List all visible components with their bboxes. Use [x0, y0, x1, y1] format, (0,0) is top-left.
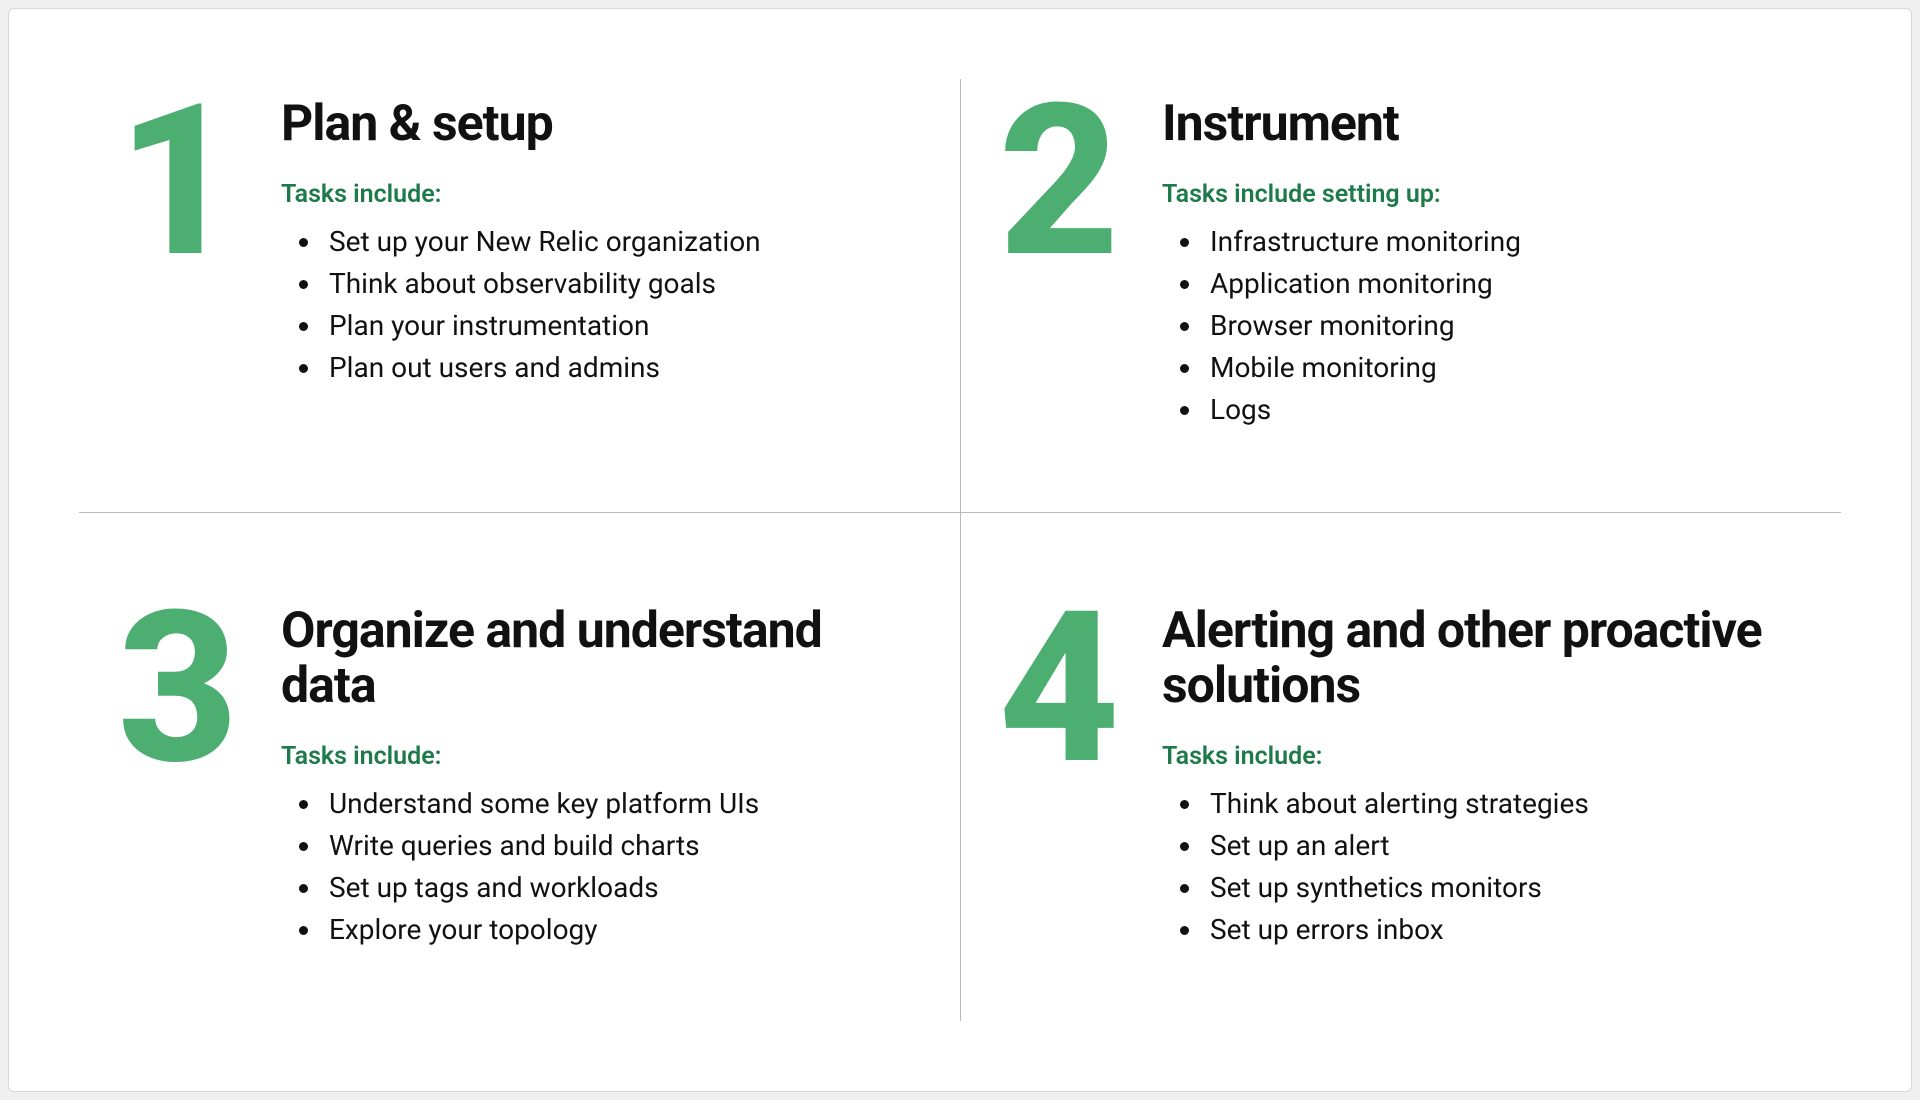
quadrant-4-content: Alerting and other proactive solutions T…: [1162, 600, 1801, 951]
quadrant-4-title: Alerting and other proactive solutions: [1162, 604, 1801, 714]
quadrant-3-content: Organize and understand data Tasks inclu…: [281, 600, 920, 951]
quadrant-2-title: Instrument: [1162, 97, 1521, 152]
quadrant-1: 1 Plan & setup Tasks include: Set up you…: [79, 69, 960, 550]
list-item: Mobile monitoring: [1204, 347, 1521, 389]
quadrant-2-tasks-label: Tasks include setting up:: [1162, 180, 1521, 209]
list-item: Logs: [1204, 389, 1521, 431]
list-item: Plan out users and admins: [323, 347, 761, 389]
step-number-2: 2: [980, 93, 1130, 272]
list-item: Set up your New Relic organization: [323, 221, 761, 263]
step-number-3: 3: [99, 600, 249, 779]
step-number-1: 1: [99, 93, 249, 272]
quadrant-4-tasks-label: Tasks include:: [1162, 742, 1801, 771]
list-item: Explore your topology: [323, 909, 920, 951]
list-item: Think about observability goals: [323, 263, 761, 305]
list-item: Set up synthetics monitors: [1204, 867, 1801, 909]
quadrant-2-content: Instrument Tasks include setting up: Inf…: [1162, 93, 1521, 431]
list-item: Application monitoring: [1204, 263, 1521, 305]
list-item: Browser monitoring: [1204, 305, 1521, 347]
quadrant-1-task-list: Set up your New Relic organization Think…: [281, 221, 761, 389]
quadrant-3-task-list: Understand some key platform UIs Write q…: [281, 783, 920, 951]
quadrant-3-tasks-label: Tasks include:: [281, 742, 920, 771]
list-item: Set up tags and workloads: [323, 867, 920, 909]
list-item: Write queries and build charts: [323, 825, 920, 867]
list-item: Understand some key platform UIs: [323, 783, 920, 825]
quadrant-2: 2 Instrument Tasks include setting up: I…: [960, 69, 1841, 550]
list-item: Set up an alert: [1204, 825, 1801, 867]
list-item: Infrastructure monitoring: [1204, 221, 1521, 263]
quadrant-1-content: Plan & setup Tasks include: Set up your …: [281, 93, 761, 389]
quadrant-1-tasks-label: Tasks include:: [281, 180, 761, 209]
list-item: Set up errors inbox: [1204, 909, 1801, 951]
horizontal-divider: [79, 512, 1841, 513]
quadrant-2-task-list: Infrastructure monitoring Application mo…: [1162, 221, 1521, 431]
quadrant-4-task-list: Think about alerting strategies Set up a…: [1162, 783, 1801, 951]
slide-frame: 1 Plan & setup Tasks include: Set up you…: [8, 8, 1912, 1092]
list-item: Plan your instrumentation: [323, 305, 761, 347]
quadrant-3-title: Organize and understand data: [281, 604, 920, 714]
quadrant-1-title: Plan & setup: [281, 97, 761, 152]
quadrant-grid: 1 Plan & setup Tasks include: Set up you…: [79, 69, 1841, 1031]
step-number-4: 4: [980, 600, 1130, 779]
quadrant-4: 4 Alerting and other proactive solutions…: [960, 550, 1841, 1031]
vertical-divider: [960, 79, 961, 1021]
list-item: Think about alerting strategies: [1204, 783, 1801, 825]
quadrant-3: 3 Organize and understand data Tasks inc…: [79, 550, 960, 1031]
